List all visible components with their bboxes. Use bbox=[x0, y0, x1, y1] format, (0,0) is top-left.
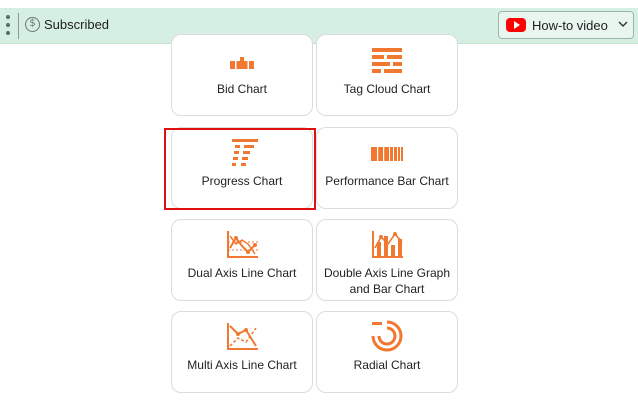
toolbar-divider bbox=[18, 13, 19, 39]
chart-tile-performance-bar[interactable]: Performance Bar Chart bbox=[316, 127, 458, 209]
tag-cloud-chart-icon bbox=[372, 48, 402, 73]
progress-chart-icon bbox=[232, 139, 258, 166]
chart-tile-label: Tag Cloud Chart bbox=[343, 82, 431, 96]
multi-axis-line-chart-icon bbox=[227, 323, 258, 350]
chart-tile-label: Radial Chart bbox=[353, 358, 421, 372]
how-to-video-dropdown[interactable]: How-to video bbox=[498, 11, 634, 39]
dual-axis-line-chart-icon bbox=[227, 231, 258, 258]
chart-tile-label: Bid Chart bbox=[216, 82, 268, 96]
chevron-down-icon bbox=[618, 21, 628, 27]
chart-tile-label: Dual Axis Line Chart bbox=[187, 266, 297, 280]
chart-tile-double-axis-line-bar[interactable]: Double Axis Line Graph and Bar Chart bbox=[316, 219, 458, 301]
chart-tile-radial[interactable]: Radial Chart bbox=[316, 311, 458, 393]
subscribed-status: Subscribed bbox=[44, 17, 110, 32]
performance-bar-chart-icon bbox=[371, 147, 403, 161]
youtube-icon bbox=[506, 18, 526, 32]
chart-tile-multi-axis-line[interactable]: Multi Axis Line Chart bbox=[171, 311, 313, 393]
chart-tile-tag-cloud[interactable]: Tag Cloud Chart bbox=[316, 34, 458, 116]
double-axis-line-bar-chart-icon bbox=[372, 231, 403, 258]
chart-tile-bid[interactable]: Bid Chart bbox=[171, 34, 313, 116]
radial-chart-icon bbox=[371, 320, 403, 352]
chart-tile-label-line1: Double Axis Line Graph and Bar Chart bbox=[323, 266, 451, 296]
chart-tile-dual-axis-line[interactable]: Dual Axis Line Chart bbox=[171, 219, 313, 301]
more-options-icon[interactable] bbox=[4, 15, 12, 37]
how-to-video-label: How-to video bbox=[532, 18, 608, 33]
bid-chart-icon bbox=[230, 57, 254, 69]
chart-tile-label: Multi Axis Line Chart bbox=[187, 358, 297, 372]
chart-tile-label: Performance Bar Chart bbox=[325, 174, 449, 188]
subscription-dollar-icon: $ bbox=[25, 17, 40, 32]
chart-tile-progress[interactable]: Progress Chart bbox=[171, 127, 313, 209]
chart-tile-label: Progress Chart bbox=[201, 174, 283, 188]
